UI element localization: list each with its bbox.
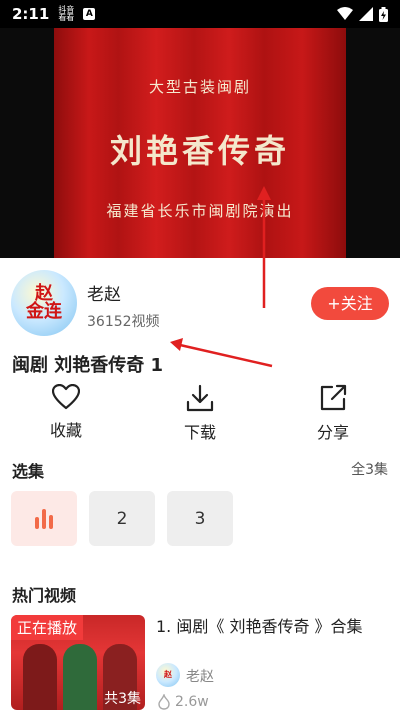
avatar-text-bottom: 金连 [26, 301, 62, 322]
now-playing-badge: 正在播放 [11, 615, 84, 640]
hot-video-title[interactable]: 1. 闽剧《 刘艳香传奇 》合集 [156, 613, 391, 637]
heart-icon [52, 384, 80, 410]
flame-icon [158, 694, 170, 710]
download-icon [186, 384, 214, 412]
share-label: 分享 [316, 423, 349, 442]
video-frame: 大型古装闽剧 刘艳香传奇 福建省长乐市闽剧院演出 [54, 28, 346, 258]
video-footer: 福建省长乐市闽剧院演出 [106, 202, 294, 220]
hot-video-views: 2.6w [175, 694, 209, 710]
a-notification-icon: A [83, 8, 96, 20]
episode-1-button[interactable] [11, 491, 77, 546]
thumbnail-figure [63, 644, 97, 710]
episodes-total[interactable]: 全3集 [351, 459, 388, 479]
hot-videos-title: 热门视频 [12, 586, 77, 605]
badge-line2: 看看 [58, 13, 75, 22]
status-time: 2:11 [12, 5, 50, 23]
episodes-title: 选集 [12, 462, 45, 481]
app-notification-icon: 抖音 看看 [57, 6, 75, 22]
uploader-section: 赵 金连 老赵 36152视频 +关注 [0, 258, 400, 344]
status-bar: 2:11 抖音 看看 A [0, 0, 400, 28]
wifi-icon [337, 7, 353, 20]
battery-icon [379, 6, 388, 22]
uploader-name[interactable]: 老赵 [87, 280, 121, 305]
episode-3-button[interactable]: 3 [167, 491, 233, 546]
hot-uploader-name: 老赵 [186, 669, 214, 685]
favorite-button[interactable]: 收藏 [21, 384, 111, 441]
share-button[interactable]: 分享 [288, 384, 378, 443]
playing-bars-icon [35, 508, 53, 529]
share-icon [320, 384, 347, 411]
video-subtitle: 大型古装闽剧 [148, 78, 251, 96]
uploader-video-count: 36152视频 [87, 314, 160, 330]
hot-video-thumbnail[interactable]: 正在播放 共3集 [11, 615, 145, 710]
thumbnail-figure [23, 644, 57, 710]
episode-total-badge: 共3集 [104, 691, 141, 707]
hot-uploader-avatar: 赵 [156, 663, 180, 687]
video-title: 闽剧 刘艳香传奇 1 [12, 355, 164, 376]
avatar[interactable]: 赵 金连 [11, 270, 77, 336]
video-frame-title: 刘艳香传奇 [109, 132, 290, 170]
signal-icon [359, 7, 373, 21]
download-label: 下载 [183, 423, 216, 442]
episode-2-button[interactable]: 2 [89, 491, 155, 546]
video-player[interactable]: 大型古装闽剧 刘艳香传奇 福建省长乐市闽剧院演出 [0, 28, 400, 258]
action-bar: 收藏 下载 分享 [0, 384, 400, 446]
follow-button[interactable]: +关注 [311, 287, 389, 320]
download-button[interactable]: 下载 [155, 384, 245, 443]
favorite-label: 收藏 [49, 421, 82, 440]
